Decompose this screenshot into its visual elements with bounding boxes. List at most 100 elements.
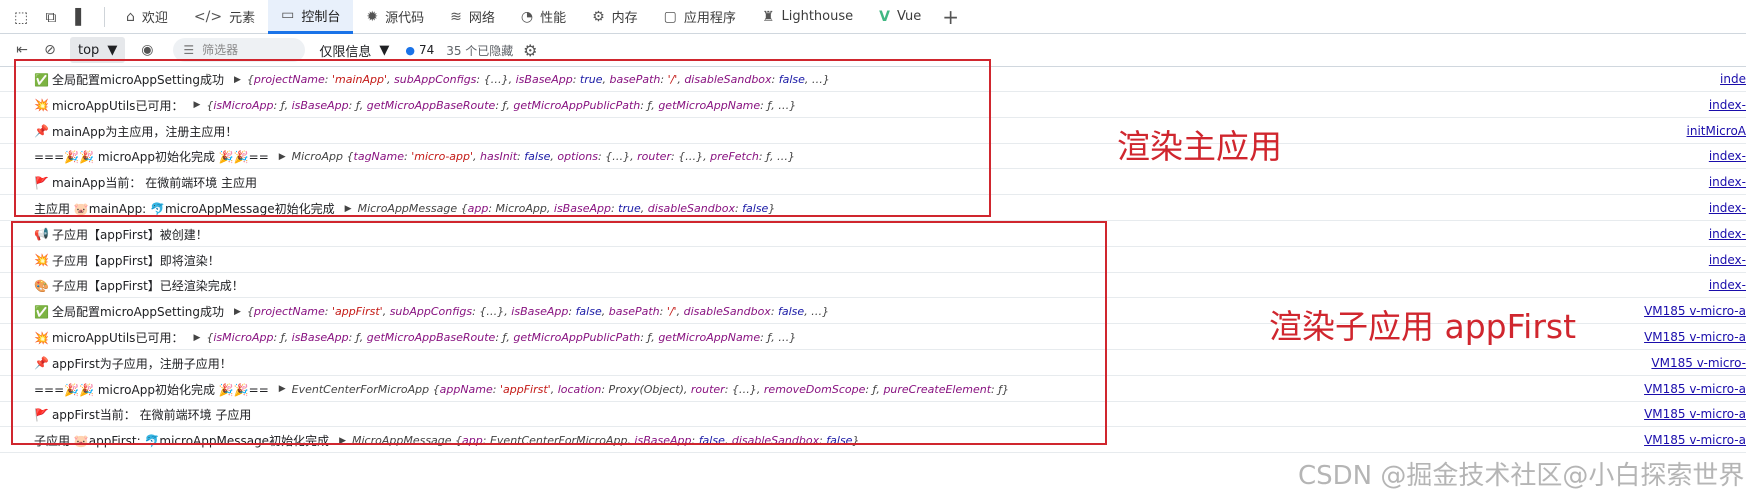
emoji-icon: 💥 (34, 253, 49, 268)
emoji-icon: 📌 (34, 124, 49, 139)
expand-triangle-icon[interactable]: ▶ (339, 436, 346, 446)
log-message: ===🎉🎉 microApp初始化完成 🎉🎉== ▶ MicroApp {tagNa… (34, 148, 795, 165)
message-icon: ● (405, 43, 415, 57)
object-preview[interactable]: EventCenterForMicroApp {appName: 'appFir… (292, 383, 1009, 396)
tab-源代码[interactable]: ✹ 源代码 (353, 0, 437, 34)
expand-triangle-icon[interactable]: ▶ (234, 307, 241, 317)
device-emulation-icon[interactable]: ⧉ (36, 2, 66, 32)
tab-label: 性能 (540, 11, 567, 26)
lighthouse-icon: ♜ (761, 8, 775, 25)
watermark: CSDN @掘金技术社区@小白探索世界欧耶 (1298, 461, 1746, 491)
log-message: 📌 mainApp为主应用，注册主应用！ (34, 123, 237, 140)
source-link[interactable]: VM185 v-micro-a (1644, 382, 1746, 396)
home-icon: ⌂ (126, 8, 135, 25)
log-text: 子应用【appFirst】即将渲染！ (51, 253, 220, 268)
chevron-down-icon: ▼ (379, 42, 390, 58)
log-text: 主应用 🐷mainApp: 🐬microAppMessage初始化完成 (34, 202, 335, 216)
clear-console-icon[interactable]: ⊘ (36, 36, 64, 64)
sidebar-toggle-icon[interactable]: ⇤ (8, 36, 36, 64)
log-message: 💥 microAppUtils已可用： ▶ {isMicroApp: ƒ, isBas… (34, 329, 796, 346)
emoji-icon: 🚩 (34, 175, 49, 190)
source-link[interactable]: index- (1709, 253, 1746, 267)
log-text: appFirst当前： 在微前端环境 子应用 (51, 408, 252, 423)
console-toolbar: ⇤ ⊘ top ▼ ◉ ☰ 仅限信息 ▼ ● 74 35 个已隐藏 ⚙ (0, 34, 1746, 67)
chevron-down-icon: ▼ (107, 42, 118, 58)
tab-网络[interactable]: ≋ 网络 (437, 0, 508, 34)
console-row: 🎨 子应用【appFirst】已经渲染完成！ index- (0, 273, 1746, 299)
log-text: 子应用【appFirst】被创建！ (51, 227, 208, 242)
object-preview[interactable]: {projectName: 'mainApp', subAppConfigs: … (247, 73, 830, 86)
tab-Vue[interactable]: V Vue (866, 0, 934, 34)
log-message: 🚩 appFirst当前： 在微前端环境 子应用 (34, 406, 251, 423)
object-preview[interactable]: MicroApp {tagName: 'micro-app', hasInit:… (292, 150, 795, 163)
source-link[interactable]: VM185 v-micro- (1651, 356, 1746, 370)
log-message: 💥 子应用【appFirst】即将渲染！ (34, 252, 220, 269)
filter-field[interactable]: ☰ (173, 38, 306, 62)
console-row: 🚩 appFirst当前： 在微前端环境 子应用 VM185 v-micro-a (0, 402, 1746, 428)
log-message: 🚩 mainApp当前： 在微前端环境 主应用 (34, 174, 257, 191)
filter-input[interactable] (202, 43, 293, 57)
memory-icon: ⚙ (592, 8, 605, 25)
tab-label: 元素 (229, 11, 256, 26)
expand-triangle-icon[interactable]: ▶ (193, 100, 200, 110)
hidden-messages-count: 35 个已隐藏 (446, 43, 514, 58)
wifi-icon: ≋ (450, 8, 462, 25)
context-select[interactable]: top ▼ (70, 37, 126, 63)
filter-icon: ☰ (183, 43, 195, 57)
emoji-icon: 🚩 (34, 407, 49, 422)
console-row: 💥 microAppUtils已可用： ▶ {isMicroApp: ƒ, isBas… (0, 93, 1746, 118)
application-icon: ▢ (663, 8, 677, 25)
source-link[interactable]: VM185 v-micro-a (1644, 330, 1746, 344)
source-link[interactable]: VM185 v-micro-a (1644, 433, 1746, 447)
tab-性能[interactable]: ◔ 性能 (508, 0, 579, 34)
tab-label: 控制台 (301, 9, 341, 25)
source-link[interactable]: index- (1709, 175, 1746, 189)
log-levels-dropdown[interactable]: 仅限信息 ▼ (319, 41, 389, 60)
expand-triangle-icon[interactable]: ▶ (234, 75, 241, 85)
expand-triangle-icon[interactable]: ▶ (345, 204, 352, 214)
expand-triangle-icon[interactable]: ▶ (279, 384, 286, 394)
issues-counter[interactable]: ● 74 (405, 43, 434, 57)
dock-side-icon[interactable]: ▌ (66, 2, 96, 32)
object-preview[interactable]: {projectName: 'appFirst', subAppConfigs:… (247, 305, 829, 318)
log-text: microAppUtils已可用： (51, 331, 184, 345)
tab-label: 内存 (611, 11, 638, 26)
tab-label: 欢迎 (141, 11, 168, 26)
log-message: 📢 子应用【appFirst】被创建！ (34, 226, 208, 243)
emoji-icon: ✅ (34, 304, 49, 319)
log-message: ✅ 全局配置microAppSetting成功 ▶ {projectName: 'ap… (34, 303, 829, 320)
object-preview[interactable]: MicroAppMessage {app: MicroApp, isBaseAp… (358, 202, 776, 215)
tab-Lighthouse[interactable]: ♜ Lighthouse (749, 0, 866, 34)
object-preview[interactable]: MicroAppMessage {app: EventCenterForMicr… (352, 434, 859, 447)
live-expression-eye-icon[interactable]: ◉ (133, 36, 161, 64)
log-text: 全局配置microAppSetting成功 (51, 73, 224, 87)
tab-内存[interactable]: ⚙ 内存 (579, 0, 651, 34)
source-link[interactable]: index- (1709, 227, 1746, 241)
log-message: 🎨 子应用【appFirst】已经渲染完成！ (34, 277, 244, 294)
expand-triangle-icon[interactable]: ▶ (279, 152, 286, 162)
more-tools-button[interactable]: + (934, 0, 967, 34)
tab-控制台[interactable]: ▭ 控制台 (268, 0, 354, 34)
expand-triangle-icon[interactable]: ▶ (193, 333, 200, 343)
source-link[interactable]: index- (1709, 278, 1746, 292)
tab-应用程序[interactable]: ▢ 应用程序 (651, 0, 749, 34)
tab-欢迎[interactable]: ⌂ 欢迎 (113, 0, 181, 34)
vue-icon: V (879, 8, 890, 25)
gear-icon[interactable]: ⚙ (519, 39, 541, 61)
source-link[interactable]: VM185 v-micro-a (1644, 407, 1746, 421)
inspect-element-icon[interactable]: ⬚ (6, 2, 36, 32)
source-link[interactable]: inde (1720, 72, 1746, 86)
log-message: 💥 microAppUtils已可用： ▶ {isMicroApp: ƒ, isBas… (34, 97, 796, 114)
source-link[interactable]: index- (1709, 201, 1746, 215)
source-link[interactable]: index- (1709, 149, 1746, 163)
source-link[interactable]: initMicroA (1687, 124, 1746, 138)
emoji-icon: 🎨 (34, 278, 49, 293)
tab-label: 网络 (468, 11, 495, 26)
source-link[interactable]: index- (1709, 98, 1746, 112)
emoji-icon: 📌 (34, 356, 49, 371)
tab-元素[interactable]: </> 元素 (181, 0, 268, 34)
object-preview[interactable]: {isMicroApp: ƒ, isBaseApp: ƒ, getMicroAp… (206, 331, 796, 344)
object-preview[interactable]: {isMicroApp: ƒ, isBaseApp: ƒ, getMicroAp… (206, 99, 796, 112)
source-link[interactable]: VM185 v-micro-a (1644, 304, 1746, 318)
console-row: 子应用 🐷appFirst: 🐬microAppMessage初始化完成 ▶ Mic… (0, 428, 1746, 454)
